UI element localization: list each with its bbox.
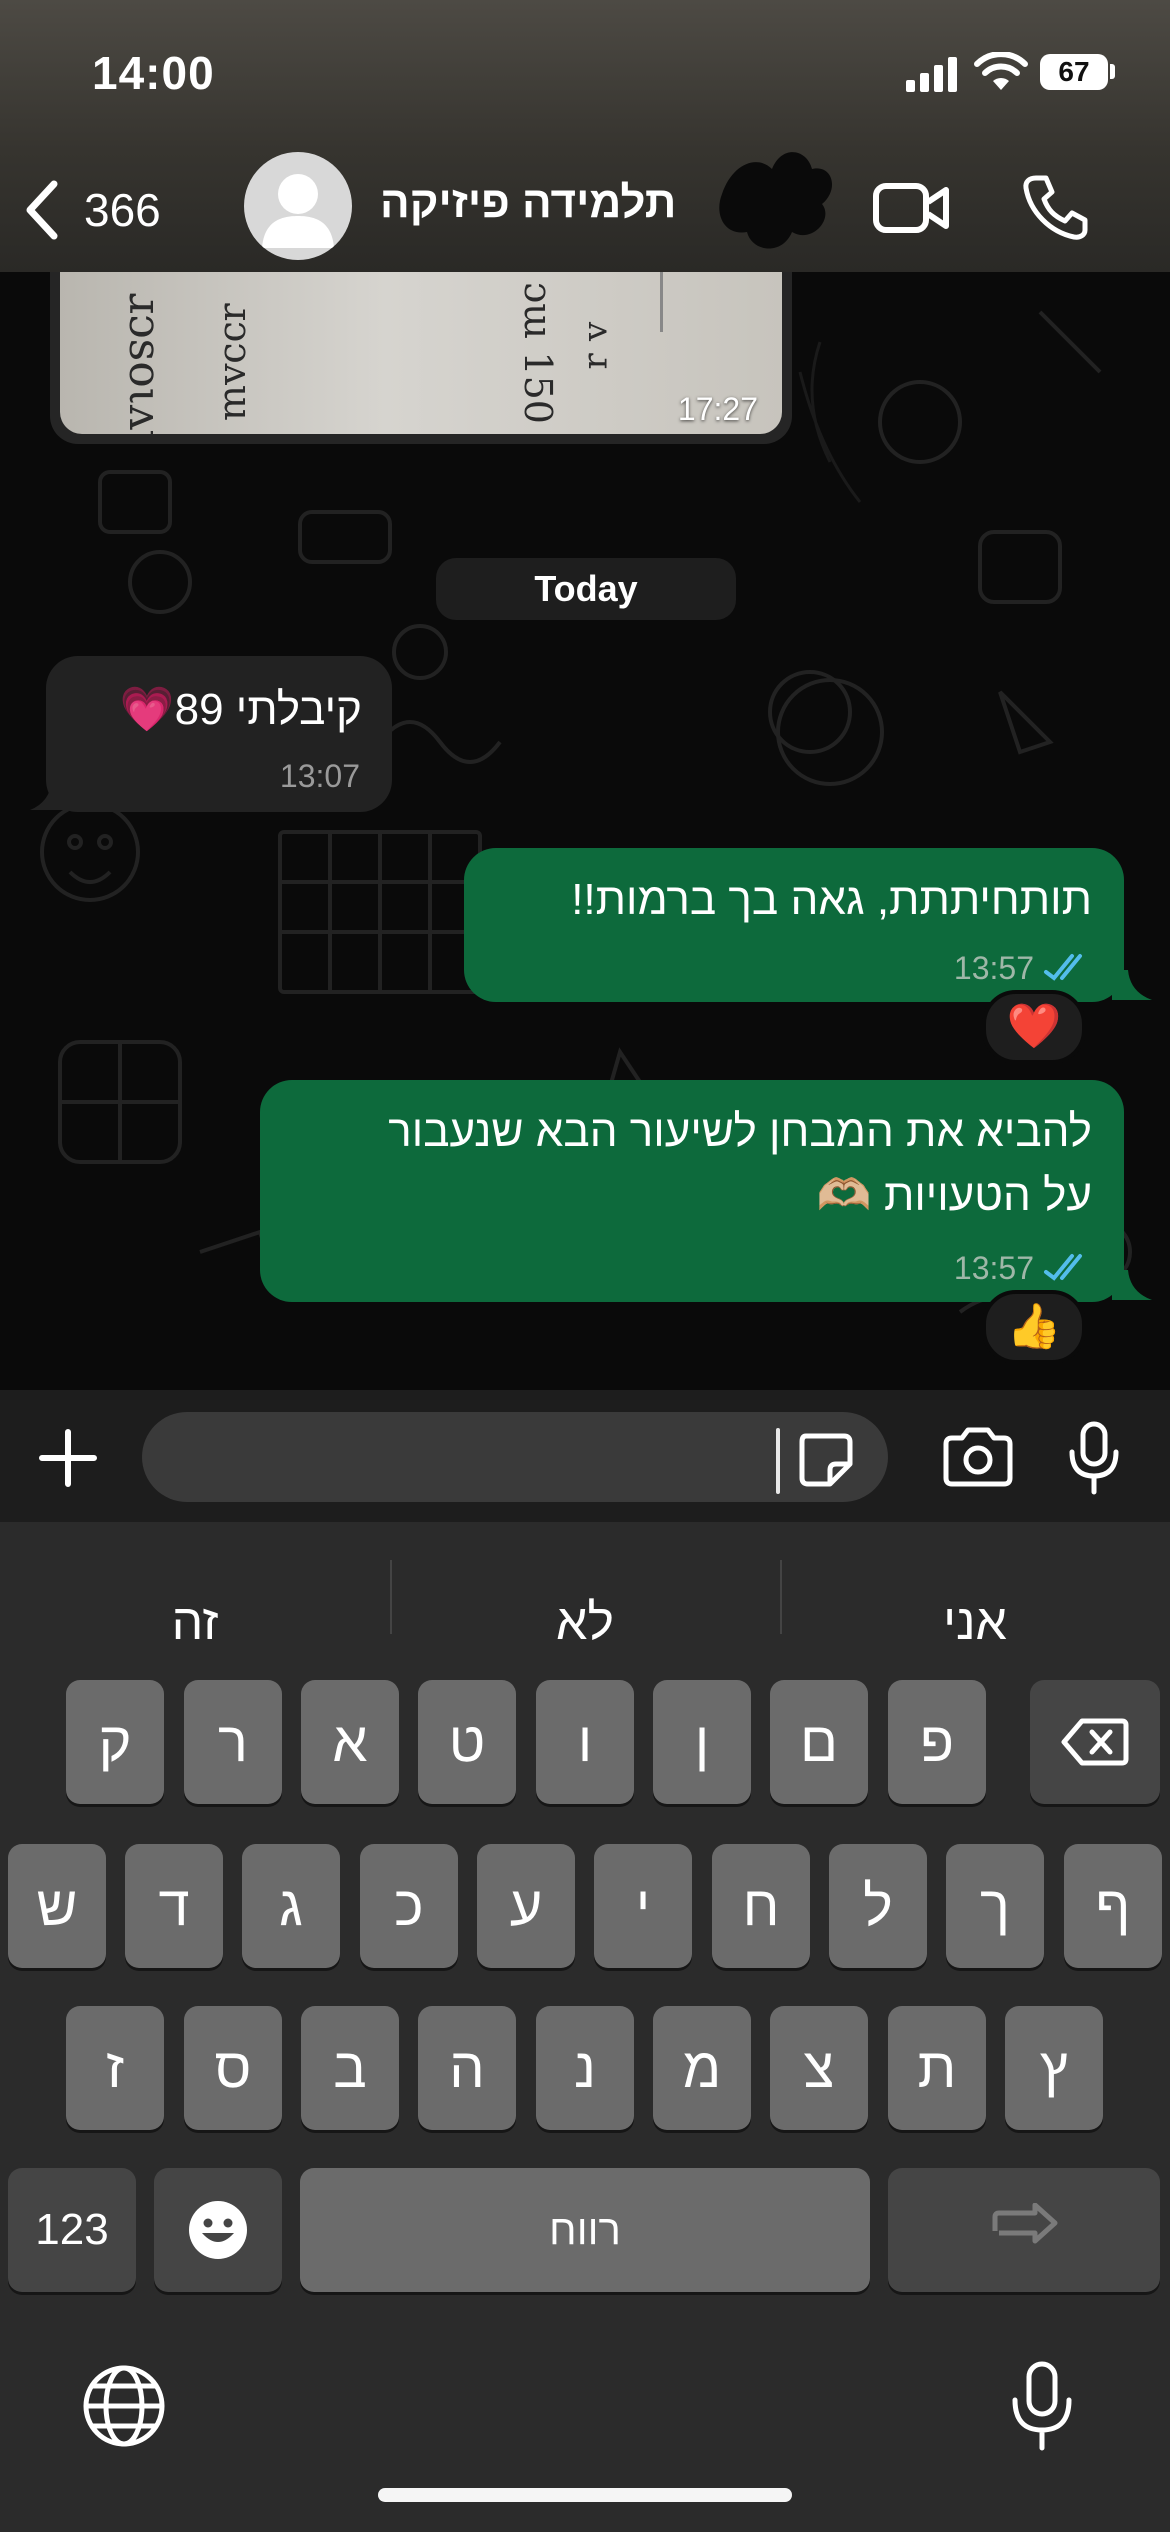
message-photo[interactable]: ɹɔsoιʌɯ ɹɔɔʌɯ ɔɯ 150 ʌ ʌ ɹ <box>60 272 782 434</box>
text-cursor <box>776 1428 780 1494</box>
key[interactable]: ת <box>888 2006 986 2130</box>
dictation-icon[interactable] <box>1008 2360 1076 2452</box>
key[interactable]: ל <box>829 1844 927 1968</box>
return-key[interactable] <box>888 2168 1160 2292</box>
phone-icon[interactable] <box>1022 172 1088 242</box>
key[interactable]: א <box>301 1680 399 1804</box>
message-emoji: 💗 <box>119 685 175 734</box>
status-time: 14:00 <box>92 47 215 99</box>
status-bar: 14:00 67 <box>0 0 1170 150</box>
key[interactable]: ח <box>712 1844 810 1968</box>
image-message[interactable]: ɹɔsoιʌɯ ɹɔɔʌɯ ɔɯ 150 ʌ ʌ ɹ 17:27 <box>50 272 792 444</box>
outgoing-message[interactable]: תותחיתתת, גאה בך ברמות!! 13:57 <box>464 848 1124 1002</box>
key[interactable]: מ <box>653 2006 751 2130</box>
key[interactable]: ם <box>770 1680 868 1804</box>
bubble-tail <box>1112 1270 1152 1300</box>
avatar-icon <box>262 174 334 248</box>
key[interactable]: י <box>594 1844 692 1968</box>
photo-line <box>660 272 663 332</box>
bubble-tail <box>30 780 70 810</box>
key[interactable]: ך <box>946 1844 1044 1968</box>
numbers-key[interactable]: 123 <box>8 2168 136 2292</box>
key[interactable]: ס <box>184 2006 282 2130</box>
key[interactable]: ע <box>477 1844 575 1968</box>
camera-icon[interactable] <box>940 1426 1016 1490</box>
emoji-icon <box>189 2201 247 2259</box>
message-time: 13:07 <box>279 758 360 794</box>
outgoing-message[interactable]: להביא את המבחן לשיעור הבא שנעבור על הטעו… <box>260 1080 1124 1302</box>
emoji-key[interactable] <box>154 2168 282 2292</box>
keyboard: זה לא אני ק ר א ט ו ן ם פ ש ד ג כ ע י ח … <box>0 1522 1170 2532</box>
key[interactable]: ף <box>1064 1844 1162 1968</box>
cellular-signal-icon <box>906 56 960 92</box>
key[interactable]: ט <box>418 1680 516 1804</box>
message-text: תותחיתתת, גאה בך ברמות!! <box>571 875 1092 924</box>
message-reaction[interactable]: 👍 <box>982 1290 1086 1364</box>
message-reaction[interactable]: ❤️ <box>982 990 1086 1064</box>
key[interactable]: ץ <box>1005 2006 1103 2130</box>
key[interactable]: ר <box>184 1680 282 1804</box>
mic-icon[interactable] <box>1066 1420 1122 1496</box>
video-call-icon[interactable] <box>872 178 952 238</box>
message-line: להביא את המבחן לשיעור הבא שנעבור <box>388 1107 1092 1156</box>
home-indicator[interactable] <box>378 2488 792 2502</box>
key[interactable]: ש <box>8 1844 106 1968</box>
read-receipt-icon <box>1044 1254 1082 1281</box>
key[interactable]: פ <box>888 1680 986 1804</box>
battery-level: 67 <box>1040 54 1108 90</box>
battery-nub <box>1110 64 1115 79</box>
backspace-icon <box>1061 1718 1129 1766</box>
back-button[interactable]: 366 <box>22 170 161 250</box>
plus-icon[interactable] <box>36 1426 100 1490</box>
message-composer <box>0 1390 1170 1522</box>
key[interactable]: כ <box>360 1844 458 1968</box>
message-time: 17:27 <box>677 391 758 427</box>
key[interactable]: נ <box>536 2006 634 2130</box>
incoming-message[interactable]: קיבלתי 89💗 13:07 <box>46 656 392 812</box>
message-body: קיבלתי 89 <box>174 685 362 734</box>
key[interactable]: ה <box>418 2006 516 2130</box>
message-emoji: 🫶🏼 <box>816 1171 872 1220</box>
key[interactable]: ג <box>242 1844 340 1968</box>
key[interactable]: ב <box>301 2006 399 2130</box>
chat-header: 366 תלמידה פיזיקה <box>0 150 1170 272</box>
message-text: קיבלתי 89💗 <box>120 678 362 742</box>
space-key[interactable]: רווח <box>300 2168 870 2292</box>
redaction-scribble <box>719 152 833 249</box>
suggestion-item[interactable]: אני <box>780 1552 1170 1692</box>
bubble-tail <box>1112 970 1152 1000</box>
sticker-icon[interactable] <box>796 1430 856 1490</box>
wifi-icon <box>974 52 1028 90</box>
globe-icon[interactable] <box>82 2364 166 2448</box>
key[interactable]: ק <box>66 1680 164 1804</box>
message-time: 13:57 <box>953 950 1034 986</box>
read-receipt-icon <box>1044 954 1082 981</box>
chat-area[interactable]: ɹɔsoιʌɯ ɹɔɔʌɯ ɔɯ 150 ʌ ʌ ɹ 17:27 Today ק… <box>0 272 1170 1390</box>
back-chevron-icon <box>26 180 58 240</box>
message-line-text: על הטעויות <box>883 1171 1092 1220</box>
key[interactable]: ד <box>125 1844 223 1968</box>
key[interactable]: ן <box>653 1680 751 1804</box>
message-line-2: על הטעויות 🫶🏼 <box>817 1164 1092 1228</box>
suggestion-item[interactable]: זה <box>0 1552 390 1692</box>
avatar[interactable] <box>244 152 352 260</box>
unread-count: 366 <box>84 184 161 236</box>
key[interactable]: צ <box>770 2006 868 2130</box>
key[interactable]: ו <box>536 1680 634 1804</box>
date-separator: Today <box>436 558 736 620</box>
message-time: 13:57 <box>953 1250 1034 1286</box>
suggestion-item[interactable]: לא <box>390 1552 780 1692</box>
backspace-key[interactable] <box>1030 1680 1160 1804</box>
return-icon <box>992 2202 1058 2244</box>
key[interactable]: ז <box>66 2006 164 2130</box>
